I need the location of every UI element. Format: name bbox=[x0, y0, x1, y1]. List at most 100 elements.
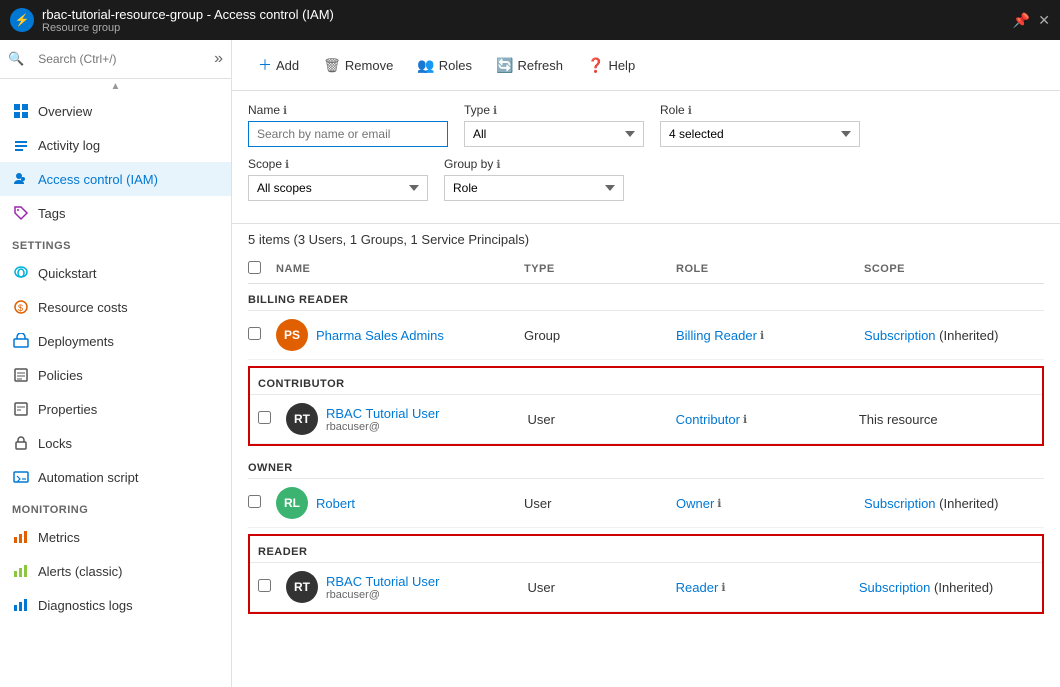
role-filter-select[interactable]: 4 selected bbox=[660, 121, 860, 147]
sidebar-item-locks[interactable]: Locks bbox=[0, 426, 231, 460]
select-all-checkbox[interactable] bbox=[248, 261, 261, 274]
sidebar-item-tags[interactable]: Tags bbox=[0, 196, 231, 230]
avatar: RT bbox=[286, 571, 318, 603]
close-icon[interactable]: ✕ bbox=[1038, 12, 1050, 29]
avatar: RT bbox=[286, 403, 318, 435]
sidebar-item-overview-label: Overview bbox=[38, 104, 92, 119]
name-filter-input[interactable] bbox=[248, 121, 448, 147]
row-check bbox=[258, 411, 278, 427]
deployments-icon bbox=[12, 332, 30, 350]
row-check bbox=[248, 327, 268, 343]
billing-reader-label: BILLING READER bbox=[248, 284, 1044, 311]
role-info-icon[interactable]: ℹ bbox=[688, 104, 692, 117]
help-button[interactable]: ❓ Help bbox=[577, 52, 645, 79]
row-checkbox[interactable] bbox=[258, 411, 271, 424]
collapse-button[interactable]: » bbox=[214, 50, 223, 68]
add-button[interactable]: ＋ Add bbox=[248, 50, 309, 80]
avatar: RL bbox=[276, 487, 308, 519]
role-info-icon[interactable]: ℹ bbox=[721, 581, 725, 594]
header-scope: SCOPE bbox=[864, 263, 1044, 275]
sidebar-item-resource-costs-label: Resource costs bbox=[38, 300, 128, 315]
type-filter-select[interactable]: All bbox=[464, 121, 644, 147]
scope-link[interactable]: Subscription bbox=[859, 580, 931, 595]
app-icon: ⚡ bbox=[10, 8, 34, 32]
role-filter-label: Role ℹ bbox=[660, 103, 860, 117]
group-contributor: CONTRIBUTOR RT RBAC Tutorial User rbacus… bbox=[248, 366, 1044, 446]
groupby-info-icon[interactable]: ℹ bbox=[496, 158, 500, 171]
row-type: User bbox=[528, 580, 668, 595]
quickstart-icon bbox=[12, 264, 30, 282]
monitoring-section-label: MONITORING bbox=[0, 494, 231, 520]
scope-link[interactable]: Subscription bbox=[864, 496, 936, 511]
scope-link[interactable]: Subscription bbox=[864, 328, 936, 343]
group-owner: OWNER RL Robert User Owner ℹ bbox=[248, 452, 1044, 528]
row-scope: Subscription (Inherited) bbox=[859, 580, 1034, 595]
type-info-icon[interactable]: ℹ bbox=[493, 104, 497, 117]
sidebar-item-activity-log-label: Activity log bbox=[38, 138, 100, 153]
refresh-button[interactable]: 🔄 Refresh bbox=[486, 52, 573, 79]
sidebar-item-metrics[interactable]: Metrics bbox=[0, 520, 231, 554]
name-sub: rbacuser@ bbox=[326, 589, 439, 601]
roles-button[interactable]: 👥 Roles bbox=[407, 52, 482, 79]
row-scope: Subscription (Inherited) bbox=[864, 328, 1044, 343]
reader-label: READER bbox=[250, 536, 1042, 563]
main-title: rbac-tutorial-resource-group - Access co… bbox=[42, 7, 1013, 22]
sidebar-item-quickstart[interactable]: Quickstart bbox=[0, 256, 231, 290]
groupby-filter-select[interactable]: Role bbox=[444, 175, 624, 201]
sidebar-item-policies[interactable]: Policies bbox=[0, 358, 231, 392]
groupby-filter-label: Group by ℹ bbox=[444, 157, 624, 171]
sidebar-item-access-control[interactable]: Access control (IAM) bbox=[0, 162, 231, 196]
search-input[interactable] bbox=[30, 48, 208, 70]
role-info-icon[interactable]: ℹ bbox=[743, 413, 747, 426]
type-filter-group: Type ℹ All bbox=[464, 103, 644, 147]
scope-filter-select[interactable]: All scopes bbox=[248, 175, 428, 201]
sidebar-item-diagnostics-label: Diagnostics logs bbox=[38, 598, 133, 613]
remove-button[interactable]: 🗑 Remove bbox=[313, 52, 403, 79]
avatar: PS bbox=[276, 319, 308, 351]
row-checkbox[interactable] bbox=[248, 495, 261, 508]
scroll-up-icon[interactable]: ▲ bbox=[111, 81, 121, 92]
scope-info-icon[interactable]: ℹ bbox=[285, 158, 289, 171]
name-link[interactable]: RBAC Tutorial User bbox=[326, 574, 439, 589]
row-checkbox[interactable] bbox=[248, 327, 261, 340]
roles-icon: 👥 bbox=[417, 57, 434, 74]
content-area: ＋ Add 🗑 Remove 👥 Roles 🔄 Refresh ❓ Help bbox=[232, 40, 1060, 687]
name-link[interactable]: RBAC Tutorial User bbox=[326, 406, 439, 421]
name-link[interactable]: Robert bbox=[316, 496, 355, 511]
row-check bbox=[248, 495, 268, 511]
role-info-icon[interactable]: ℹ bbox=[760, 329, 764, 342]
sidebar-item-properties[interactable]: Properties bbox=[0, 392, 231, 426]
row-type: User bbox=[524, 496, 668, 511]
name-link[interactable]: Pharma Sales Admins bbox=[316, 328, 444, 343]
locks-icon bbox=[12, 434, 30, 452]
row-role[interactable]: Billing Reader ℹ bbox=[676, 328, 856, 343]
group-reader: READER RT RBAC Tutorial User rbacuser@ U… bbox=[248, 534, 1044, 614]
row-role[interactable]: Reader ℹ bbox=[676, 580, 851, 595]
sidebar-item-locks-label: Locks bbox=[38, 436, 72, 451]
row-role[interactable]: Owner ℹ bbox=[676, 496, 856, 511]
name-info-icon[interactable]: ℹ bbox=[283, 104, 287, 117]
sidebar-item-activity-log[interactable]: Activity log bbox=[0, 128, 231, 162]
title-bar: ⚡ rbac-tutorial-resource-group - Access … bbox=[0, 0, 1060, 40]
sidebar-item-resource-costs[interactable]: $ Resource costs bbox=[0, 290, 231, 324]
row-checkbox[interactable] bbox=[258, 579, 271, 592]
alerts-icon bbox=[12, 562, 30, 580]
row-scope: This resource bbox=[859, 412, 1034, 427]
sidebar-item-automation-script[interactable]: Automation script bbox=[0, 460, 231, 494]
row-scope: Subscription (Inherited) bbox=[864, 496, 1044, 511]
sidebar-item-diagnostics[interactable]: Diagnostics logs bbox=[0, 588, 231, 622]
row-name: RT RBAC Tutorial User rbacuser@ bbox=[286, 571, 520, 603]
sidebar-item-alerts[interactable]: Alerts (classic) bbox=[0, 554, 231, 588]
name-filter-label: Name ℹ bbox=[248, 103, 448, 117]
help-icon: ❓ bbox=[587, 57, 604, 74]
table-area: NAME TYPE ROLE SCOPE BILLING READER PS P… bbox=[232, 255, 1060, 687]
sidebar-item-overview[interactable]: Overview bbox=[0, 94, 231, 128]
sidebar-item-deployments[interactable]: Deployments bbox=[0, 324, 231, 358]
sidebar-item-deployments-label: Deployments bbox=[38, 334, 114, 349]
row-role[interactable]: Contributor ℹ bbox=[676, 412, 851, 427]
pin-icon[interactable]: 📌 bbox=[1013, 12, 1030, 29]
automation-icon bbox=[12, 468, 30, 486]
role-info-icon[interactable]: ℹ bbox=[717, 497, 721, 510]
search-icon: 🔍 bbox=[8, 51, 24, 67]
row-name: PS Pharma Sales Admins bbox=[276, 319, 516, 351]
